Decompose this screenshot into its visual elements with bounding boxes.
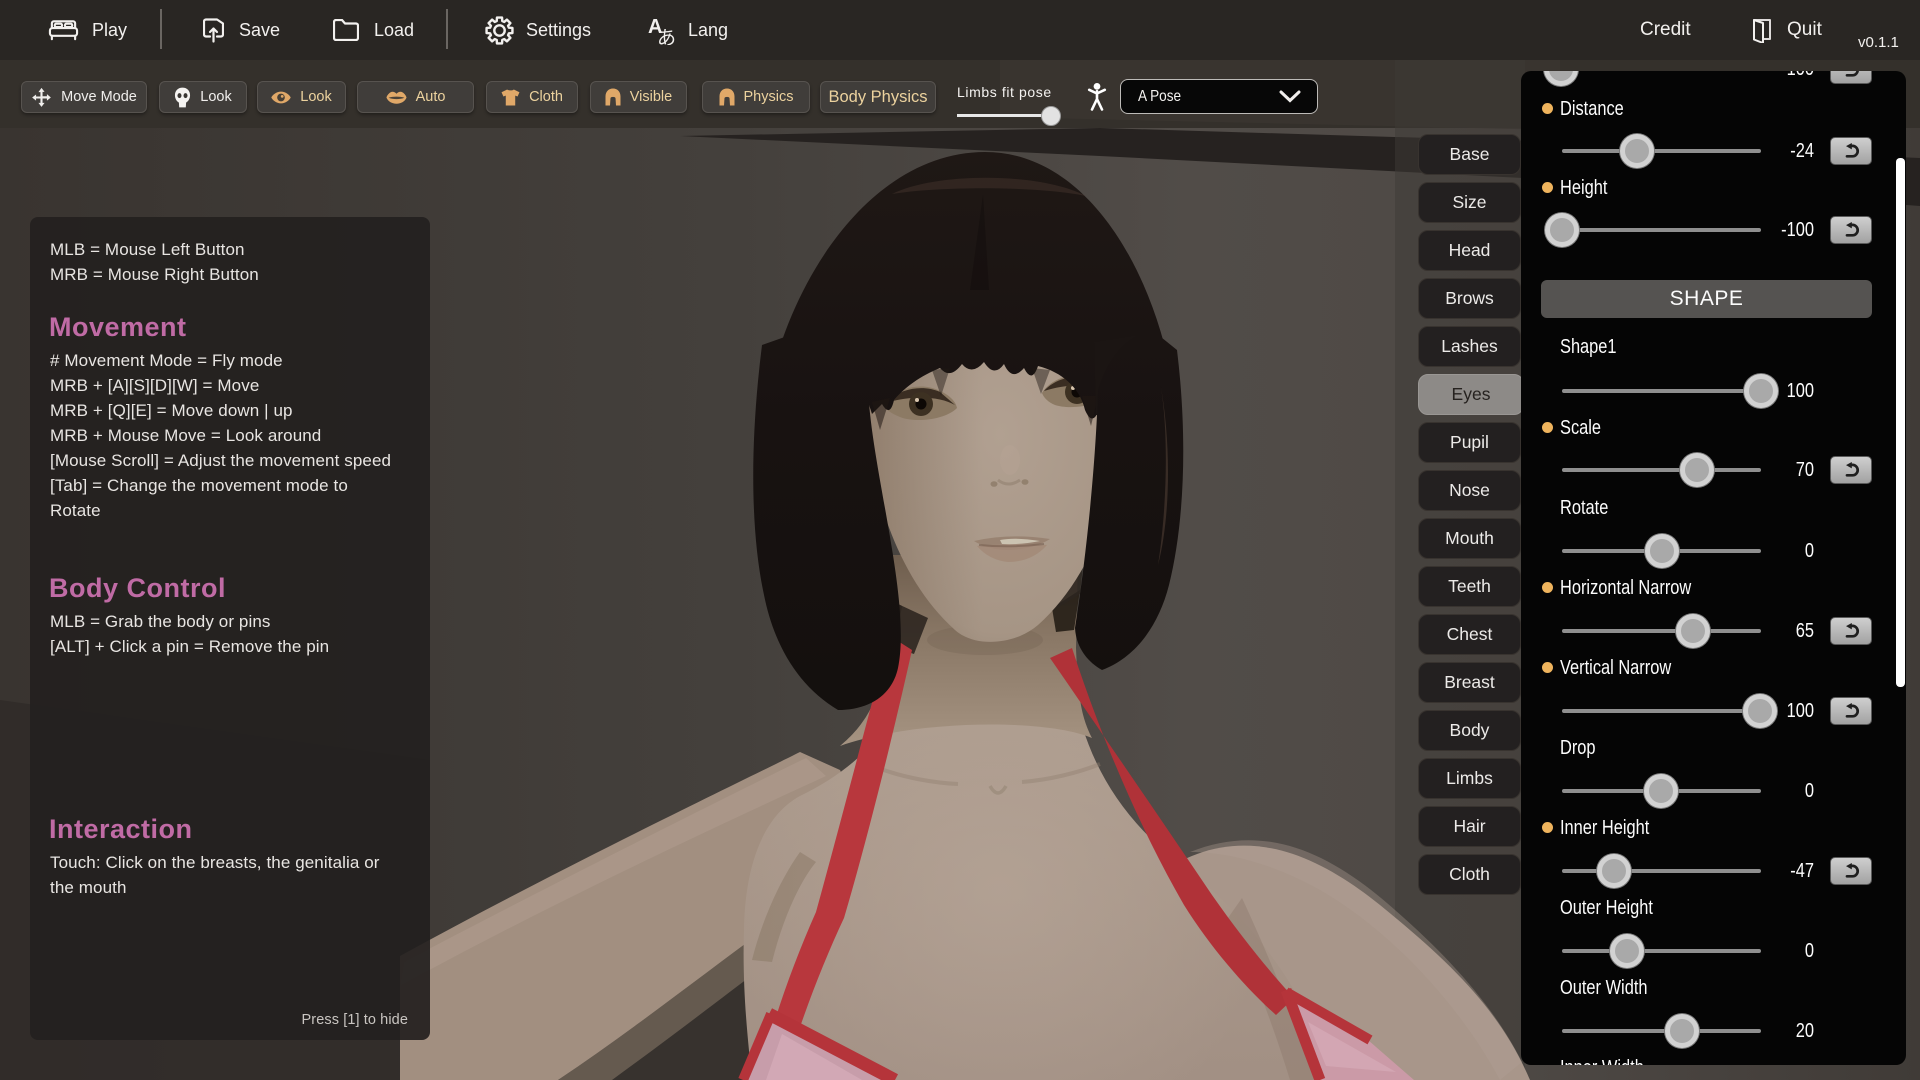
svg-text:あ: あ (657, 28, 676, 45)
